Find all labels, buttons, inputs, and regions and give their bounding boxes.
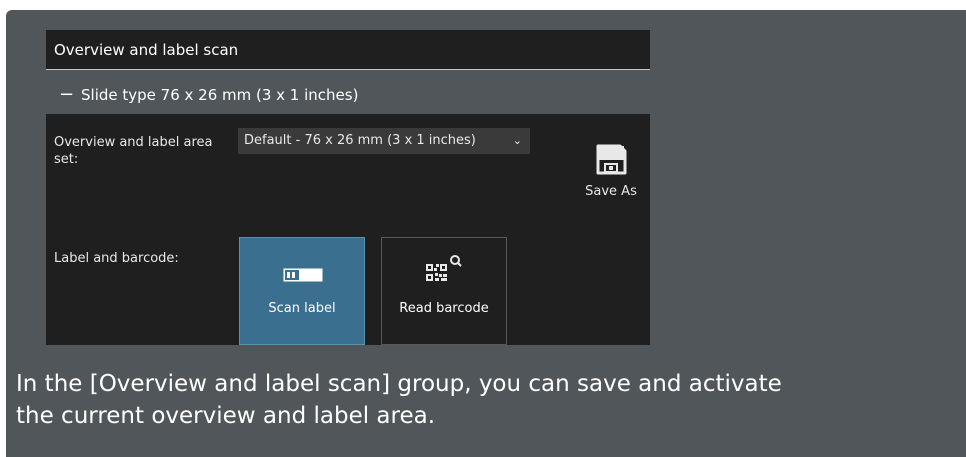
slide-type-title: Slide type 76 x 26 mm (3 x 1 inches): [81, 86, 359, 104]
label-barcode-label: Label and barcode:: [54, 251, 179, 266]
caption-line-1: In the [Overview and label scan] group, …: [16, 371, 782, 397]
caption-line-2: the current overview and label area.: [16, 403, 436, 429]
read-barcode-button[interactable]: Read barcode: [381, 237, 507, 345]
chevron-down-icon: ⌄: [512, 134, 522, 147]
group-title: Overview and label scan: [54, 41, 239, 59]
screenshot-frame: Overview and label scan − Slide type 76 …: [0, 0, 966, 457]
save-as-label: Save As: [585, 184, 637, 199]
area-set-selected-value: Default - 76 x 26 mm (3 x 1 inches): [244, 133, 476, 148]
qr-code-search-icon: [426, 255, 462, 281]
group-content: Overview and label area set: Default - 7…: [46, 114, 650, 345]
read-barcode-text: Read barcode: [399, 301, 489, 316]
area-set-dropdown[interactable]: Default - 76 x 26 mm (3 x 1 inches) ⌄: [238, 128, 530, 154]
group-header: Overview and label scan: [46, 30, 650, 70]
save-as-button[interactable]: Save As: [576, 138, 646, 210]
scan-label-button[interactable]: Scan label: [239, 237, 365, 345]
slide-type-section-header[interactable]: − Slide type 76 x 26 mm (3 x 1 inches): [46, 80, 650, 110]
slide-label-icon: [283, 268, 323, 282]
scan-label-text: Scan label: [268, 301, 336, 316]
save-icon: [596, 144, 627, 175]
collapse-toggle-icon[interactable]: −: [59, 80, 74, 110]
area-set-label: Overview and label area set:: [54, 135, 213, 167]
description-caption: In the [Overview and label scan] group, …: [16, 368, 956, 432]
